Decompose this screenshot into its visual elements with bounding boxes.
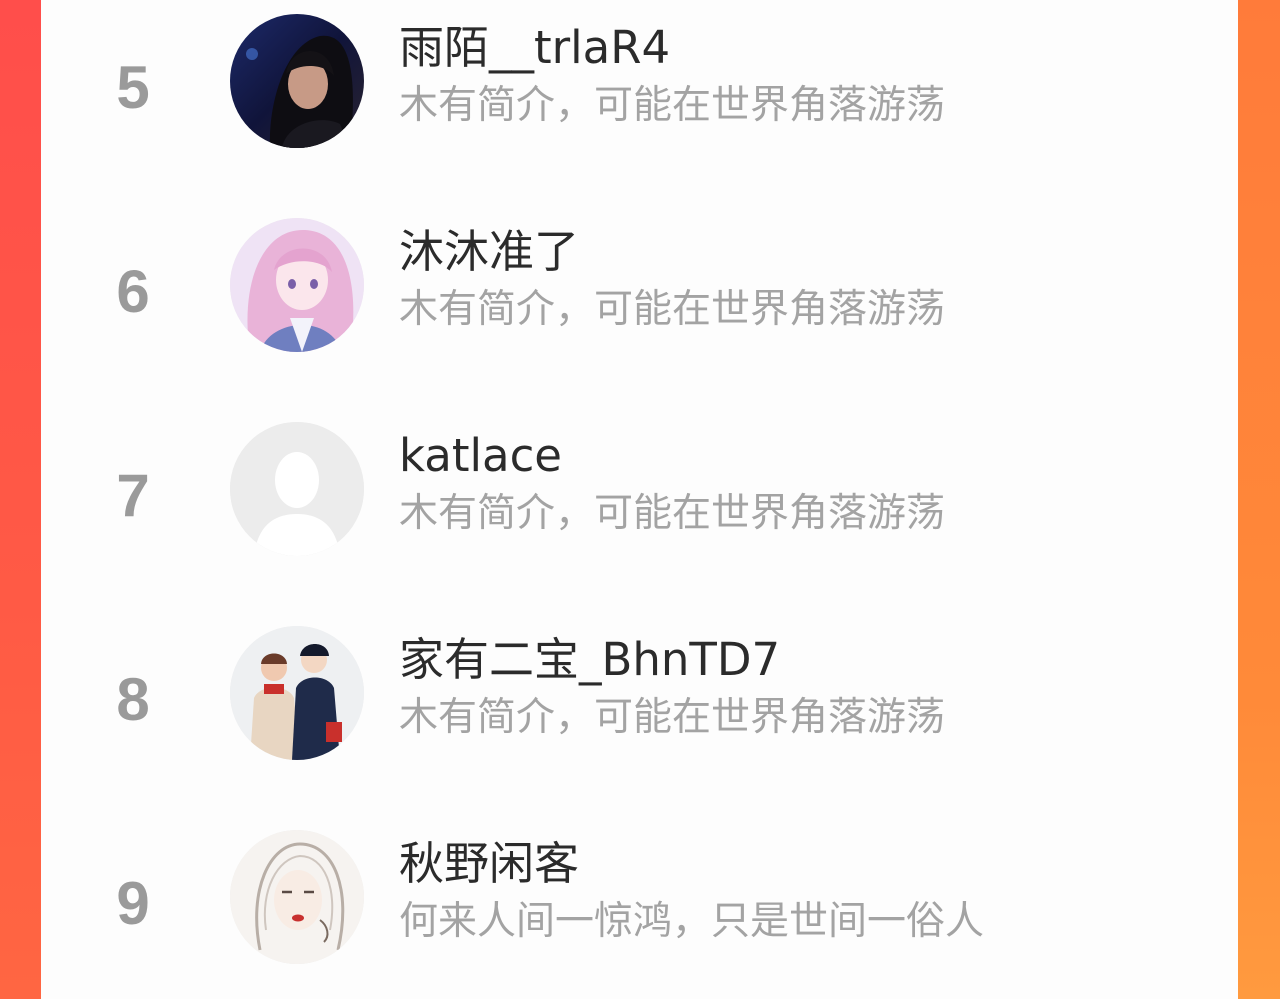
ranking-list: 5 雨陌__trlaR4 木有简介，可能在世界角落游荡 6 沐沐准了 木有简介，… — [41, 0, 1238, 999]
user-avatar[interactable] — [230, 626, 364, 760]
ranking-row[interactable]: 8 家有二宝_BhnTD7 木有简介，可能在世界角落游荡 — [41, 620, 1238, 770]
user-bio: 木有简介，可能在世界角落游荡 — [399, 491, 946, 536]
user-avatar[interactable] — [230, 14, 364, 148]
left-orange-border — [0, 0, 41, 999]
username[interactable]: katlace — [399, 429, 562, 483]
user-bio: 木有简介，可能在世界角落游荡 — [399, 695, 946, 740]
ranking-row[interactable]: 6 沐沐准了 木有简介，可能在世界角落游荡 — [41, 212, 1238, 362]
sketch-portrait-avatar-icon — [230, 830, 364, 964]
illustrated-couple-avatar-icon — [230, 626, 364, 760]
default-user-avatar-icon — [230, 422, 364, 556]
rank-number: 9 — [116, 870, 150, 937]
user-bio: 何来人间一惊鸿，只是世间一俗人 — [399, 899, 985, 944]
username[interactable]: 秋野闲客 — [399, 837, 579, 891]
user-bio: 木有简介，可能在世界角落游荡 — [399, 287, 946, 332]
rank-number: 7 — [116, 462, 150, 529]
right-orange-border — [1238, 0, 1280, 999]
ranking-row[interactable]: 7 katlace 木有简介，可能在世界角落游荡 — [41, 416, 1238, 566]
username[interactable]: 沐沐准了 — [399, 225, 579, 279]
rank-number: 6 — [116, 258, 150, 325]
user-avatar[interactable] — [230, 218, 364, 352]
user-bio: 木有简介，可能在世界角落游荡 — [399, 83, 946, 128]
rank-number: 5 — [116, 54, 150, 121]
username[interactable]: 雨陌__trlaR4 — [399, 21, 670, 75]
user-avatar[interactable] — [230, 830, 364, 964]
anime-girl-avatar-icon — [230, 218, 364, 352]
ranking-row[interactable]: 5 雨陌__trlaR4 木有简介，可能在世界角落游荡 — [41, 8, 1238, 158]
photo-avatar-icon — [230, 14, 364, 148]
rank-number: 8 — [116, 666, 150, 733]
ranking-row[interactable]: 9 秋野闲客 何来人间一惊鸿，只是世间一俗人 — [41, 824, 1238, 974]
user-avatar[interactable] — [230, 422, 364, 556]
username[interactable]: 家有二宝_BhnTD7 — [399, 633, 780, 687]
